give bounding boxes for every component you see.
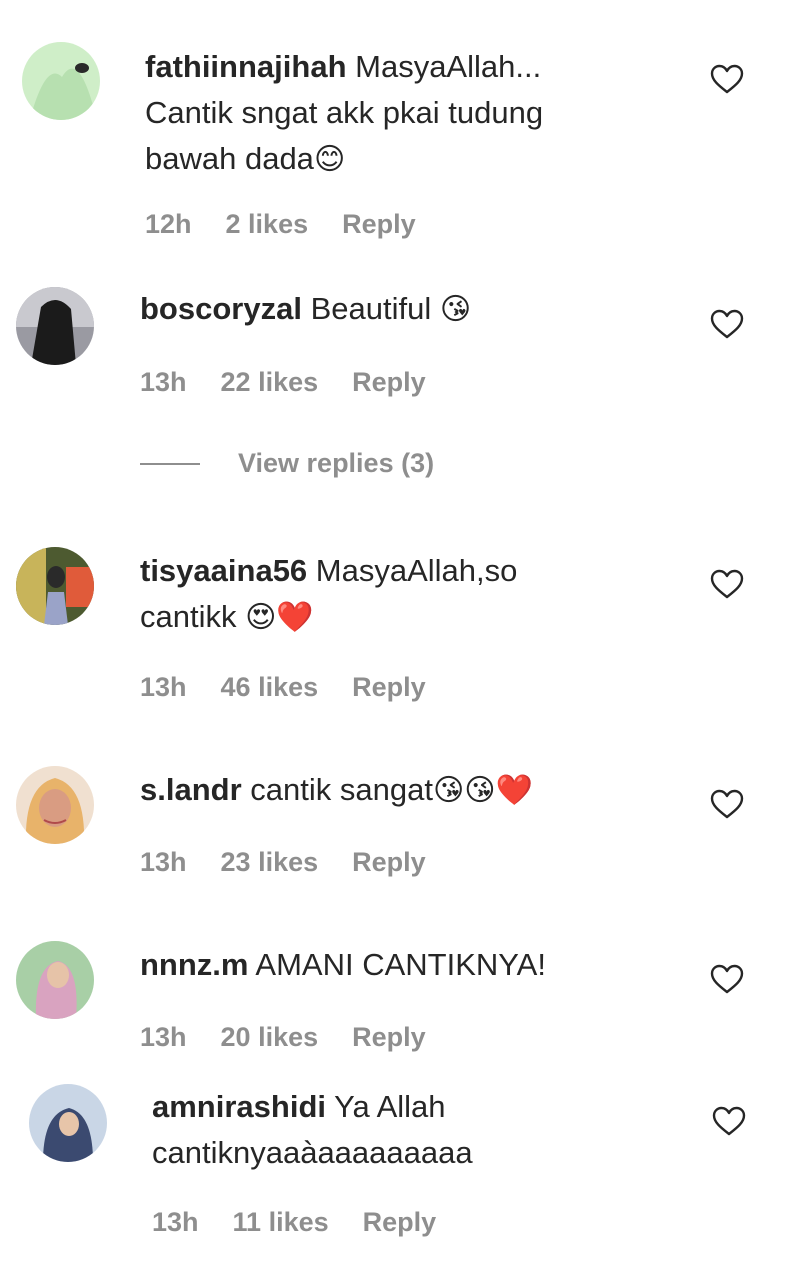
- comment-username[interactable]: boscoryzal: [140, 291, 302, 326]
- comment-username[interactable]: fathiinnajihah: [145, 49, 347, 84]
- comment-line: MasyaAllah...: [355, 49, 542, 84]
- comment-line: MasyaAllah,so: [315, 553, 518, 588]
- avatar[interactable]: [16, 766, 94, 844]
- comment-line: Beautiful: [310, 291, 432, 326]
- reply-button[interactable]: Reply: [352, 367, 426, 398]
- comment-text: fathiinnajihah MasyaAllah... Cantik snga…: [145, 44, 543, 183]
- view-replies[interactable]: View replies (3): [140, 448, 434, 479]
- comment-meta: 13h 23 likes Reply: [140, 847, 426, 878]
- comment-likes[interactable]: 46 likes: [221, 672, 319, 703]
- comment-username[interactable]: nnnz.m: [140, 947, 249, 982]
- comment-text: s.landr cantik sangat😘😘❤️: [140, 767, 533, 814]
- comment-likes[interactable]: 22 likes: [221, 367, 319, 398]
- emoji: 😘: [439, 292, 472, 327]
- comment-time: 13h: [140, 847, 187, 877]
- comment-meta: 12h 2 likes Reply: [145, 209, 416, 240]
- heart-outline-icon[interactable]: [710, 64, 744, 94]
- comment-line: AMANI CANTIKNYA!: [255, 947, 546, 982]
- avatar[interactable]: [22, 42, 100, 120]
- comment-line: cantik sangat: [250, 772, 433, 807]
- avatar[interactable]: [16, 547, 94, 625]
- comment-meta: 13h 46 likes Reply: [140, 672, 426, 703]
- view-replies-button[interactable]: View replies (3): [238, 448, 434, 479]
- emoji: 😘😘❤️: [432, 773, 533, 808]
- divider: [140, 462, 200, 465]
- comment-time: 13h: [140, 672, 187, 702]
- comment-likes[interactable]: 11 likes: [233, 1207, 329, 1238]
- comment-text: nnnz.m AMANI CANTIKNYA!: [140, 942, 546, 988]
- reply-button[interactable]: Reply: [342, 209, 416, 240]
- comment-meta: 13h 22 likes Reply: [140, 367, 426, 398]
- avatar[interactable]: [16, 287, 94, 365]
- heart-outline-icon[interactable]: [710, 569, 744, 599]
- heart-outline-icon[interactable]: [710, 789, 744, 819]
- comment-line: bawah dada: [145, 141, 314, 176]
- emoji: 😍❤️: [245, 600, 314, 635]
- comment-text: boscoryzal Beautiful 😘: [140, 286, 471, 333]
- avatar[interactable]: [29, 1084, 107, 1162]
- reply-button[interactable]: Reply: [352, 672, 426, 703]
- comment-likes[interactable]: 20 likes: [221, 1022, 319, 1053]
- comment-meta: 13h 11 likes Reply: [152, 1207, 436, 1238]
- comment-time: 13h: [152, 1207, 199, 1237]
- comment-time: 12h: [145, 209, 192, 239]
- comment-line: Ya Allah: [334, 1089, 446, 1124]
- emoji: 😊: [313, 142, 346, 177]
- comment-line: Cantik sngat akk pkai tudung: [145, 95, 544, 130]
- heart-outline-icon[interactable]: [710, 964, 744, 994]
- avatar[interactable]: [16, 941, 94, 1019]
- comment-likes[interactable]: 2 likes: [226, 209, 309, 240]
- comment-meta: 13h 20 likes Reply: [140, 1022, 426, 1053]
- comment-text: amnirashidi Ya Allah cantiknyaaàaaaaaaaa…: [152, 1084, 473, 1176]
- reply-button[interactable]: Reply: [352, 847, 426, 878]
- heart-outline-icon[interactable]: [710, 309, 744, 339]
- comment-line: cantiknyaaàaaaaaaaaa: [152, 1135, 473, 1170]
- comment-likes[interactable]: 23 likes: [221, 847, 319, 878]
- comment-time: 13h: [140, 367, 187, 397]
- comment-time: 13h: [140, 1022, 187, 1052]
- heart-outline-icon[interactable]: [712, 1106, 746, 1136]
- reply-button[interactable]: Reply: [363, 1207, 437, 1238]
- comment-username[interactable]: amnirashidi: [152, 1089, 326, 1124]
- comment-username[interactable]: s.landr: [140, 772, 242, 807]
- comment-line: cantikk: [140, 599, 237, 634]
- comment-text: tisyaaina56 MasyaAllah,so cantikk 😍❤️: [140, 548, 517, 641]
- reply-button[interactable]: Reply: [352, 1022, 426, 1053]
- comment-username[interactable]: tisyaaina56: [140, 553, 307, 588]
